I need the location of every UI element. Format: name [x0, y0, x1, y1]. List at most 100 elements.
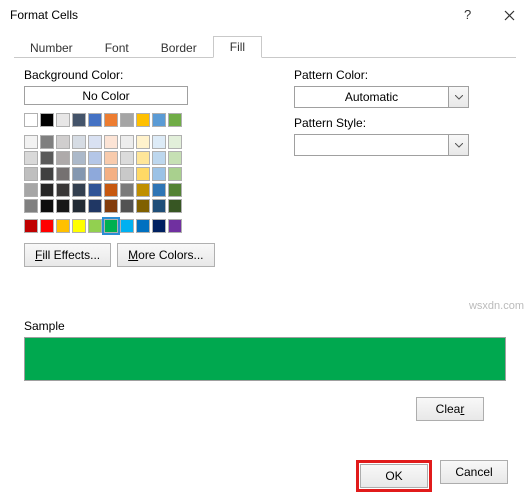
color-swatch[interactable]: [40, 219, 54, 233]
color-swatch[interactable]: [104, 151, 118, 165]
standard-colors: [24, 219, 254, 233]
color-swatch[interactable]: [120, 183, 134, 197]
color-swatch[interactable]: [88, 199, 102, 213]
color-swatch[interactable]: [168, 167, 182, 181]
color-swatch[interactable]: [104, 219, 118, 233]
color-swatch[interactable]: [104, 199, 118, 213]
tab-strip: Number Font Border Fill: [14, 36, 516, 58]
color-swatch[interactable]: [88, 183, 102, 197]
color-swatch[interactable]: [104, 135, 118, 149]
color-swatch[interactable]: [40, 151, 54, 165]
bg-color-section: Background Color: No Color Fill Effects.…: [24, 68, 254, 267]
more-colors-button[interactable]: More Colors...: [117, 243, 214, 267]
dialog-buttons: OK Cancel: [0, 454, 530, 500]
color-swatch[interactable]: [72, 219, 86, 233]
color-swatch[interactable]: [168, 113, 182, 127]
color-swatch[interactable]: [40, 183, 54, 197]
color-swatch[interactable]: [168, 151, 182, 165]
color-swatch[interactable]: [120, 167, 134, 181]
sample-label: Sample: [24, 319, 506, 333]
window-title: Format Cells: [10, 8, 446, 22]
tab-border[interactable]: Border: [145, 38, 213, 58]
pattern-style-dropdown[interactable]: [294, 134, 469, 156]
color-swatch[interactable]: [56, 199, 70, 213]
color-swatch[interactable]: [24, 183, 38, 197]
color-swatch[interactable]: [72, 183, 86, 197]
pattern-color-value: Automatic: [295, 90, 448, 104]
ok-button[interactable]: OK: [360, 464, 428, 488]
pattern-color-dropdown[interactable]: Automatic: [294, 86, 469, 108]
color-swatch[interactable]: [120, 199, 134, 213]
color-swatch[interactable]: [104, 167, 118, 181]
color-swatch[interactable]: [24, 167, 38, 181]
color-swatch[interactable]: [40, 199, 54, 213]
color-swatch[interactable]: [152, 199, 166, 213]
color-swatch[interactable]: [88, 113, 102, 127]
cancel-button[interactable]: Cancel: [440, 460, 508, 484]
color-swatch[interactable]: [136, 183, 150, 197]
color-swatch[interactable]: [24, 151, 38, 165]
fill-effects-button[interactable]: Fill Effects...: [24, 243, 111, 267]
color-swatch[interactable]: [152, 113, 166, 127]
color-swatch[interactable]: [56, 219, 70, 233]
color-swatch[interactable]: [120, 219, 134, 233]
no-color-button[interactable]: No Color: [24, 86, 188, 105]
cancel-text: Cancel: [455, 465, 492, 479]
color-swatch[interactable]: [24, 113, 38, 127]
color-swatch[interactable]: [56, 135, 70, 149]
color-swatch[interactable]: [168, 219, 182, 233]
theme-colors: [24, 113, 254, 213]
color-swatch[interactable]: [72, 151, 86, 165]
clear-button[interactable]: Clear: [416, 397, 484, 421]
color-swatch[interactable]: [136, 151, 150, 165]
color-swatch[interactable]: [40, 167, 54, 181]
color-swatch[interactable]: [136, 199, 150, 213]
color-swatch[interactable]: [152, 167, 166, 181]
help-button[interactable]: ?: [446, 0, 488, 30]
color-swatch[interactable]: [136, 113, 150, 127]
color-swatch[interactable]: [104, 183, 118, 197]
color-swatch[interactable]: [168, 135, 182, 149]
color-swatch[interactable]: [88, 135, 102, 149]
fill-effects-text: Fill Effects...: [35, 248, 100, 262]
no-color-text: No Color: [82, 89, 129, 103]
sample-preview: [24, 337, 506, 381]
color-swatch[interactable]: [136, 219, 150, 233]
color-swatch[interactable]: [24, 199, 38, 213]
color-swatch[interactable]: [40, 135, 54, 149]
color-swatch[interactable]: [120, 113, 134, 127]
color-swatch[interactable]: [168, 183, 182, 197]
color-swatch[interactable]: [72, 167, 86, 181]
close-button[interactable]: [488, 0, 530, 30]
color-swatch[interactable]: [136, 167, 150, 181]
color-swatch[interactable]: [56, 151, 70, 165]
color-swatch[interactable]: [168, 199, 182, 213]
color-swatch[interactable]: [120, 151, 134, 165]
watermark: wsxdn.com: [469, 300, 524, 312]
color-swatch[interactable]: [24, 219, 38, 233]
color-swatch[interactable]: [56, 167, 70, 181]
color-swatch[interactable]: [136, 135, 150, 149]
color-swatch[interactable]: [88, 151, 102, 165]
color-swatch[interactable]: [56, 113, 70, 127]
color-swatch[interactable]: [72, 113, 86, 127]
clear-text: Clear: [436, 402, 465, 416]
color-swatch[interactable]: [56, 183, 70, 197]
color-swatch[interactable]: [40, 113, 54, 127]
tab-fill[interactable]: Fill: [213, 36, 262, 58]
color-swatch[interactable]: [152, 183, 166, 197]
color-swatch[interactable]: [104, 113, 118, 127]
color-swatch[interactable]: [152, 151, 166, 165]
tab-font[interactable]: Font: [89, 38, 145, 58]
pattern-style-label: Pattern Style:: [294, 116, 506, 130]
color-swatch[interactable]: [152, 219, 166, 233]
pattern-color-label: Pattern Color:: [294, 68, 506, 82]
color-swatch[interactable]: [72, 199, 86, 213]
color-swatch[interactable]: [152, 135, 166, 149]
color-swatch[interactable]: [88, 219, 102, 233]
tab-number[interactable]: Number: [14, 38, 89, 58]
color-swatch[interactable]: [88, 167, 102, 181]
color-swatch[interactable]: [120, 135, 134, 149]
color-swatch[interactable]: [24, 135, 38, 149]
color-swatch[interactable]: [72, 135, 86, 149]
